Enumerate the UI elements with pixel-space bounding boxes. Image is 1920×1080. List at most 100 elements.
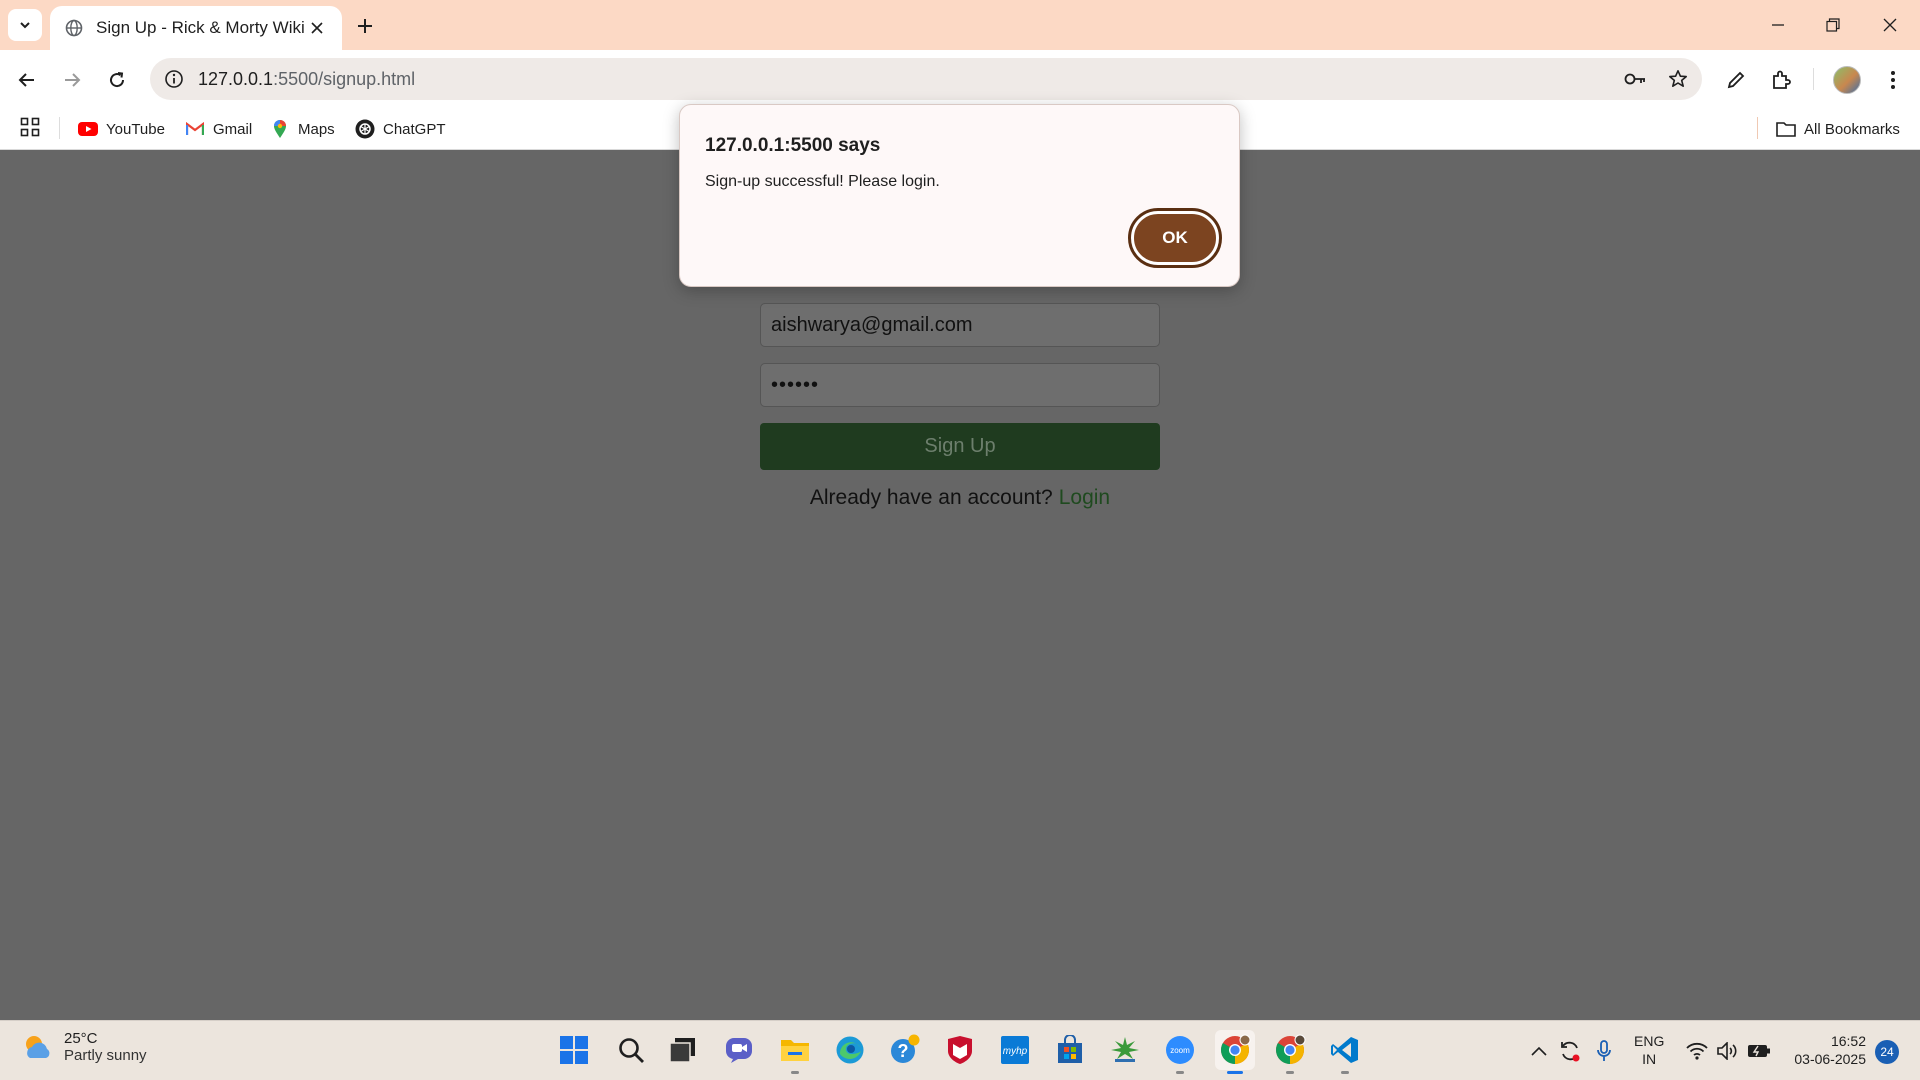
restore-button[interactable] (1811, 8, 1855, 42)
globe-icon (64, 18, 84, 38)
browser-tab-active[interactable]: Sign Up - Rick & Morty Wiki (50, 6, 342, 50)
running-indicator (1286, 1071, 1294, 1074)
vscode-app[interactable] (1325, 1030, 1365, 1074)
reload-button[interactable] (99, 62, 135, 98)
language-indicator[interactable]: ENG IN (1634, 1032, 1664, 1068)
sync-icon[interactable] (1555, 1033, 1585, 1069)
chatgpt-icon (355, 119, 375, 139)
close-tab-icon[interactable] (306, 17, 328, 39)
chevron-down-icon (20, 22, 30, 29)
wifi-icon[interactable] (1683, 1033, 1711, 1069)
svg-text:zoom: zoom (1170, 1046, 1190, 1055)
bookmark-maps[interactable]: Maps (270, 114, 335, 144)
file-explorer-app[interactable] (775, 1030, 815, 1074)
gmail-icon (185, 119, 205, 139)
back-button[interactable] (9, 62, 45, 98)
zoom-icon: zoom (1166, 1036, 1194, 1064)
running-indicator (791, 1071, 799, 1074)
dialog-message: Sign-up successful! Please login. (705, 173, 940, 190)
svg-text:myhp: myhp (1003, 1046, 1028, 1057)
task-view-button[interactable] (663, 1030, 703, 1070)
vikaspedia-app[interactable] (1105, 1030, 1145, 1070)
teams-app[interactable] (720, 1030, 760, 1070)
signup-button[interactable]: Sign Up (760, 423, 1160, 470)
vikaspedia-icon (1111, 1037, 1139, 1062)
clock-date: 03-06-2025 (1794, 1051, 1866, 1067)
partly-sunny-icon (20, 1030, 54, 1064)
language-line-1: ENG (1634, 1033, 1665, 1049)
notification-badge[interactable]: 24 (1875, 1040, 1899, 1064)
plus-icon (358, 19, 372, 33)
language-line-2: IN (1642, 1051, 1657, 1067)
url-host: 127.0.0.1 (198, 68, 274, 89)
ok-button[interactable]: OK (1128, 208, 1222, 268)
weather-widget[interactable]: 25°C Partly sunny (20, 1030, 147, 1064)
all-bookmarks-button[interactable]: All Bookmarks (1776, 114, 1900, 144)
login-prompt: Already have an account? Login (760, 486, 1160, 510)
running-indicator (1176, 1071, 1184, 1074)
tab-search-button[interactable] (8, 9, 42, 41)
microphone-icon[interactable] (1592, 1033, 1616, 1069)
running-indicator (1341, 1071, 1349, 1074)
close-window-button[interactable] (1868, 8, 1912, 42)
new-tab-button[interactable] (350, 11, 380, 41)
store-icon (1058, 1035, 1082, 1063)
chrome-app-active[interactable] (1215, 1030, 1255, 1074)
bookmark-label: YouTube (106, 120, 165, 138)
taskbar-search[interactable] (611, 1030, 651, 1070)
myhp-app[interactable]: myhp (995, 1030, 1035, 1070)
address-bar[interactable]: 127.0.0.1:5500/signup.html (150, 58, 1702, 100)
bookmark-star-icon[interactable] (1660, 61, 1696, 97)
bookmark-label: Maps (298, 120, 335, 138)
mcafee-shield-icon (948, 1036, 972, 1064)
tray-overflow-icon[interactable] (1528, 1033, 1550, 1069)
bookmark-youtube[interactable]: YouTube (78, 114, 165, 144)
clock-time: 16:52 (1830, 1033, 1866, 1049)
volume-icon[interactable] (1714, 1033, 1742, 1069)
forward-button[interactable] (54, 62, 90, 98)
reload-icon (110, 72, 125, 88)
password-key-icon[interactable] (1618, 61, 1654, 97)
windows-icon (560, 1036, 588, 1064)
system-clock[interactable]: 16:52 03-06-2025 (1786, 1032, 1866, 1068)
title-bar: Sign Up - Rick & Morty Wiki (0, 0, 1920, 50)
bookmark-label: ChatGPT (383, 120, 446, 138)
vscode-icon (1331, 1037, 1358, 1063)
email-field[interactable]: aishwarya@gmail.com (760, 303, 1160, 347)
dialog-title: 127.0.0.1:5500 says (705, 135, 881, 156)
restore-icon (1826, 18, 1840, 32)
mcafee-app[interactable] (940, 1030, 980, 1070)
store-app[interactable] (1050, 1030, 1090, 1070)
help-app[interactable]: ? (885, 1030, 925, 1070)
login-prompt-text: Already have an account? (809, 486, 1053, 509)
chrome-app-2[interactable] (1270, 1030, 1310, 1074)
search-icon (619, 1038, 644, 1063)
start-button[interactable] (554, 1030, 594, 1070)
zoom-app[interactable]: zoom (1160, 1030, 1200, 1074)
minimize-button[interactable] (1756, 8, 1800, 42)
arrow-left-icon (18, 73, 34, 87)
folder-icon (1776, 119, 1796, 139)
bookmarks-right-divider (1757, 117, 1758, 139)
bookmark-chatgpt[interactable]: ChatGPT (355, 114, 446, 144)
site-info-icon[interactable] (154, 59, 194, 99)
password-field[interactable]: •••••• (760, 363, 1160, 407)
myhp-icon: myhp (1001, 1036, 1029, 1064)
toolbar-divider (1813, 68, 1814, 90)
login-link[interactable]: Login (1059, 486, 1110, 509)
battery-icon[interactable] (1745, 1033, 1773, 1069)
pen-icon[interactable] (1718, 62, 1754, 98)
apps-grid-icon[interactable] (20, 117, 44, 141)
youtube-icon (78, 119, 98, 139)
arrow-right-icon (65, 73, 81, 87)
weather-temperature: 25°C (64, 1030, 98, 1047)
profile-avatar[interactable] (1833, 66, 1861, 94)
minimize-icon (1772, 24, 1784, 26)
extensions-icon[interactable] (1763, 62, 1799, 98)
task-view-icon (669, 1038, 695, 1063)
bookmark-gmail[interactable]: Gmail (185, 114, 252, 144)
edge-app[interactable] (830, 1030, 870, 1070)
menu-kebab-icon[interactable] (1875, 62, 1911, 98)
tab-title: Sign Up - Rick & Morty Wiki (96, 18, 305, 37)
svg-text:?: ? (898, 1041, 909, 1061)
